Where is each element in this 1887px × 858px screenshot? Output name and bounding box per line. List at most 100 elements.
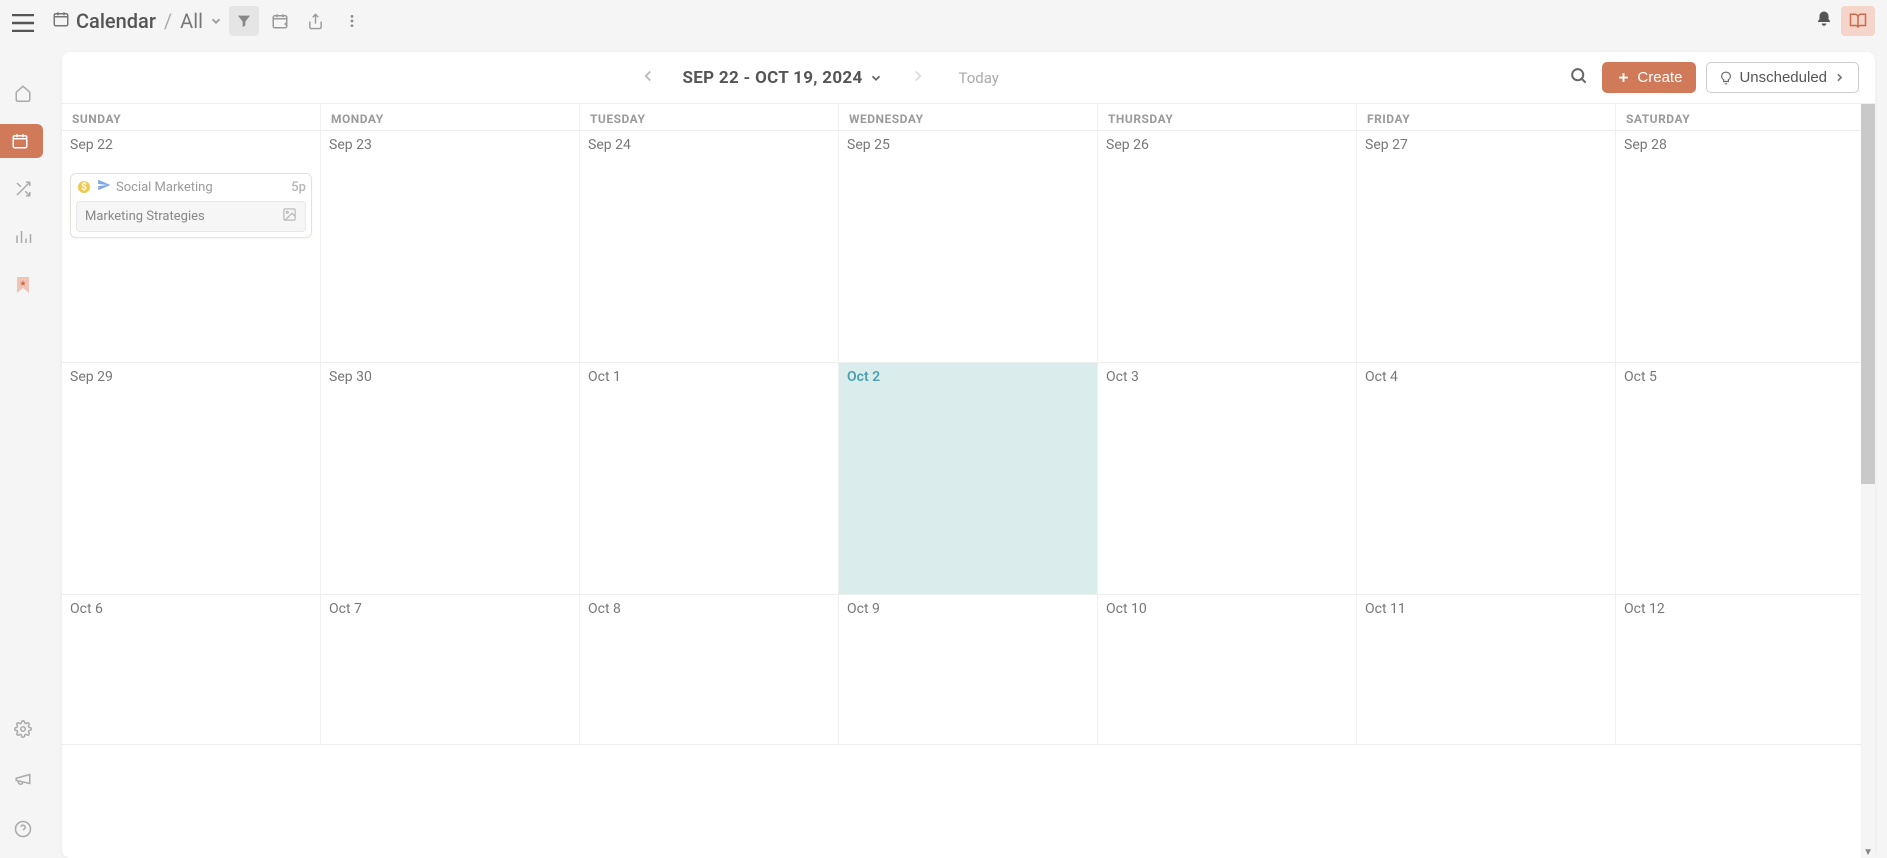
day-label: Oct 6 xyxy=(70,601,312,617)
day-label: Sep 28 xyxy=(1624,137,1867,153)
day-cell[interactable]: Oct 11 xyxy=(1357,595,1616,744)
lightbulb-icon xyxy=(1719,71,1733,85)
notifications-button[interactable] xyxy=(1815,10,1833,32)
scroll-thumb[interactable] xyxy=(1861,104,1875,484)
day-cell[interactable]: Oct 12 xyxy=(1616,595,1875,744)
event-body-text: Marketing Strategies xyxy=(85,209,205,224)
day-cell[interactable]: Oct 8 xyxy=(580,595,839,744)
day-label: Sep 27 xyxy=(1365,137,1607,153)
share-button[interactable] xyxy=(301,6,331,36)
day-cell[interactable]: Sep 23 xyxy=(321,131,580,362)
weekday-header: MONDAY xyxy=(321,104,580,130)
filter-select[interactable]: All xyxy=(180,9,203,33)
svg-text:★: ★ xyxy=(19,279,26,288)
nav-analytics[interactable] xyxy=(3,220,43,254)
create-button[interactable]: Create xyxy=(1602,62,1696,93)
day-label: Sep 30 xyxy=(329,369,571,385)
prev-period-button[interactable] xyxy=(635,63,661,93)
hamburger-icon xyxy=(12,14,34,32)
filter-button[interactable] xyxy=(229,6,259,36)
day-label: Sep 29 xyxy=(70,369,312,385)
day-label: Oct 1 xyxy=(588,369,830,385)
chevron-right-icon xyxy=(1833,71,1846,84)
weekday-header: SUNDAY xyxy=(62,104,321,130)
unscheduled-button[interactable]: Unscheduled xyxy=(1706,62,1859,93)
chevron-down-icon[interactable] xyxy=(209,9,223,33)
search-icon xyxy=(1569,66,1588,85)
weekday-header: FRIDAY xyxy=(1357,104,1616,130)
docs-button[interactable] xyxy=(1841,6,1875,36)
schedule-button[interactable] xyxy=(265,6,295,36)
day-label: Oct 3 xyxy=(1106,369,1348,385)
nav-bookmark[interactable]: ★ xyxy=(3,268,43,302)
day-cell[interactable]: Sep 24 xyxy=(580,131,839,362)
day-label: Oct 2 xyxy=(847,369,1089,385)
day-cell[interactable]: Sep 28 xyxy=(1616,131,1875,362)
chevron-left-icon xyxy=(639,67,657,85)
weekday-header: WEDNESDAY xyxy=(839,104,1098,130)
day-cell[interactable]: Oct 9 xyxy=(839,595,1098,744)
today-button[interactable]: Today xyxy=(959,69,999,87)
event-badge-icon: $ xyxy=(76,179,92,195)
day-label: Sep 25 xyxy=(847,137,1089,153)
nav-home[interactable] xyxy=(3,76,43,110)
day-label: Oct 7 xyxy=(329,601,571,617)
day-cell[interactable]: Sep 26 xyxy=(1098,131,1357,362)
send-icon xyxy=(97,178,111,196)
day-cell[interactable]: Oct 5 xyxy=(1616,363,1875,594)
day-cell[interactable]: Sep 22 $ Social Marketing 5p Marketing S… xyxy=(62,131,321,362)
nav-settings[interactable] xyxy=(3,712,43,746)
date-range-label: SEP 22 - OCT 19, 2024 xyxy=(683,68,863,88)
day-label: Oct 12 xyxy=(1624,601,1867,617)
day-label: Sep 26 xyxy=(1106,137,1348,153)
help-icon xyxy=(14,820,32,838)
day-cell[interactable]: Oct 1 xyxy=(580,363,839,594)
day-label: Oct 5 xyxy=(1624,369,1867,385)
shuffle-icon xyxy=(14,180,32,198)
nav-announce[interactable] xyxy=(3,762,43,796)
calendar-icon xyxy=(11,132,29,150)
scrollbar[interactable]: ▲ ▼ xyxy=(1861,104,1875,858)
breadcrumb-separator: / xyxy=(164,9,172,33)
more-button[interactable] xyxy=(337,6,367,36)
day-cell[interactable]: Sep 25 xyxy=(839,131,1098,362)
weekday-header: SATURDAY xyxy=(1616,104,1875,130)
day-label: Sep 22 xyxy=(70,137,312,153)
plus-icon xyxy=(1616,70,1631,85)
menu-toggle[interactable] xyxy=(8,10,38,40)
search-button[interactable] xyxy=(1565,62,1592,93)
scroll-down-icon: ▼ xyxy=(1863,847,1873,858)
day-label: Oct 9 xyxy=(847,601,1089,617)
home-icon xyxy=(14,84,32,102)
day-label: Oct 8 xyxy=(588,601,830,617)
nav-calendar[interactable] xyxy=(0,124,43,158)
day-label: Sep 23 xyxy=(329,137,571,153)
day-cell[interactable]: Oct 7 xyxy=(321,595,580,744)
gear-icon xyxy=(14,720,32,738)
page-title: Calendar xyxy=(76,9,156,33)
day-cell[interactable]: Oct 3 xyxy=(1098,363,1357,594)
day-label: Sep 24 xyxy=(588,137,830,153)
image-icon xyxy=(282,207,297,226)
day-cell[interactable]: Sep 30 xyxy=(321,363,580,594)
next-period-button[interactable] xyxy=(905,63,931,93)
calendar-plus-icon xyxy=(271,12,289,30)
event-title: Social Marketing xyxy=(116,180,286,195)
day-cell[interactable]: Sep 29 xyxy=(62,363,321,594)
day-cell[interactable]: Sep 27 xyxy=(1357,131,1616,362)
unscheduled-label: Unscheduled xyxy=(1739,69,1827,86)
day-cell[interactable]: Oct 2 xyxy=(839,363,1098,594)
filter-icon xyxy=(236,13,252,29)
nav-help[interactable] xyxy=(3,812,43,846)
day-label: Oct 11 xyxy=(1365,601,1607,617)
day-cell[interactable]: Oct 4 xyxy=(1357,363,1616,594)
bars-icon xyxy=(14,228,32,246)
bookmark-icon: ★ xyxy=(17,277,29,293)
day-label: Oct 4 xyxy=(1365,369,1607,385)
chevron-down-icon xyxy=(869,71,883,85)
day-cell[interactable]: Oct 6 xyxy=(62,595,321,744)
event-card[interactable]: $ Social Marketing 5p Marketing Strategi… xyxy=(70,173,312,238)
nav-shuffle[interactable] xyxy=(3,172,43,206)
date-range-selector[interactable]: SEP 22 - OCT 19, 2024 xyxy=(683,68,883,88)
day-cell[interactable]: Oct 10 xyxy=(1098,595,1357,744)
